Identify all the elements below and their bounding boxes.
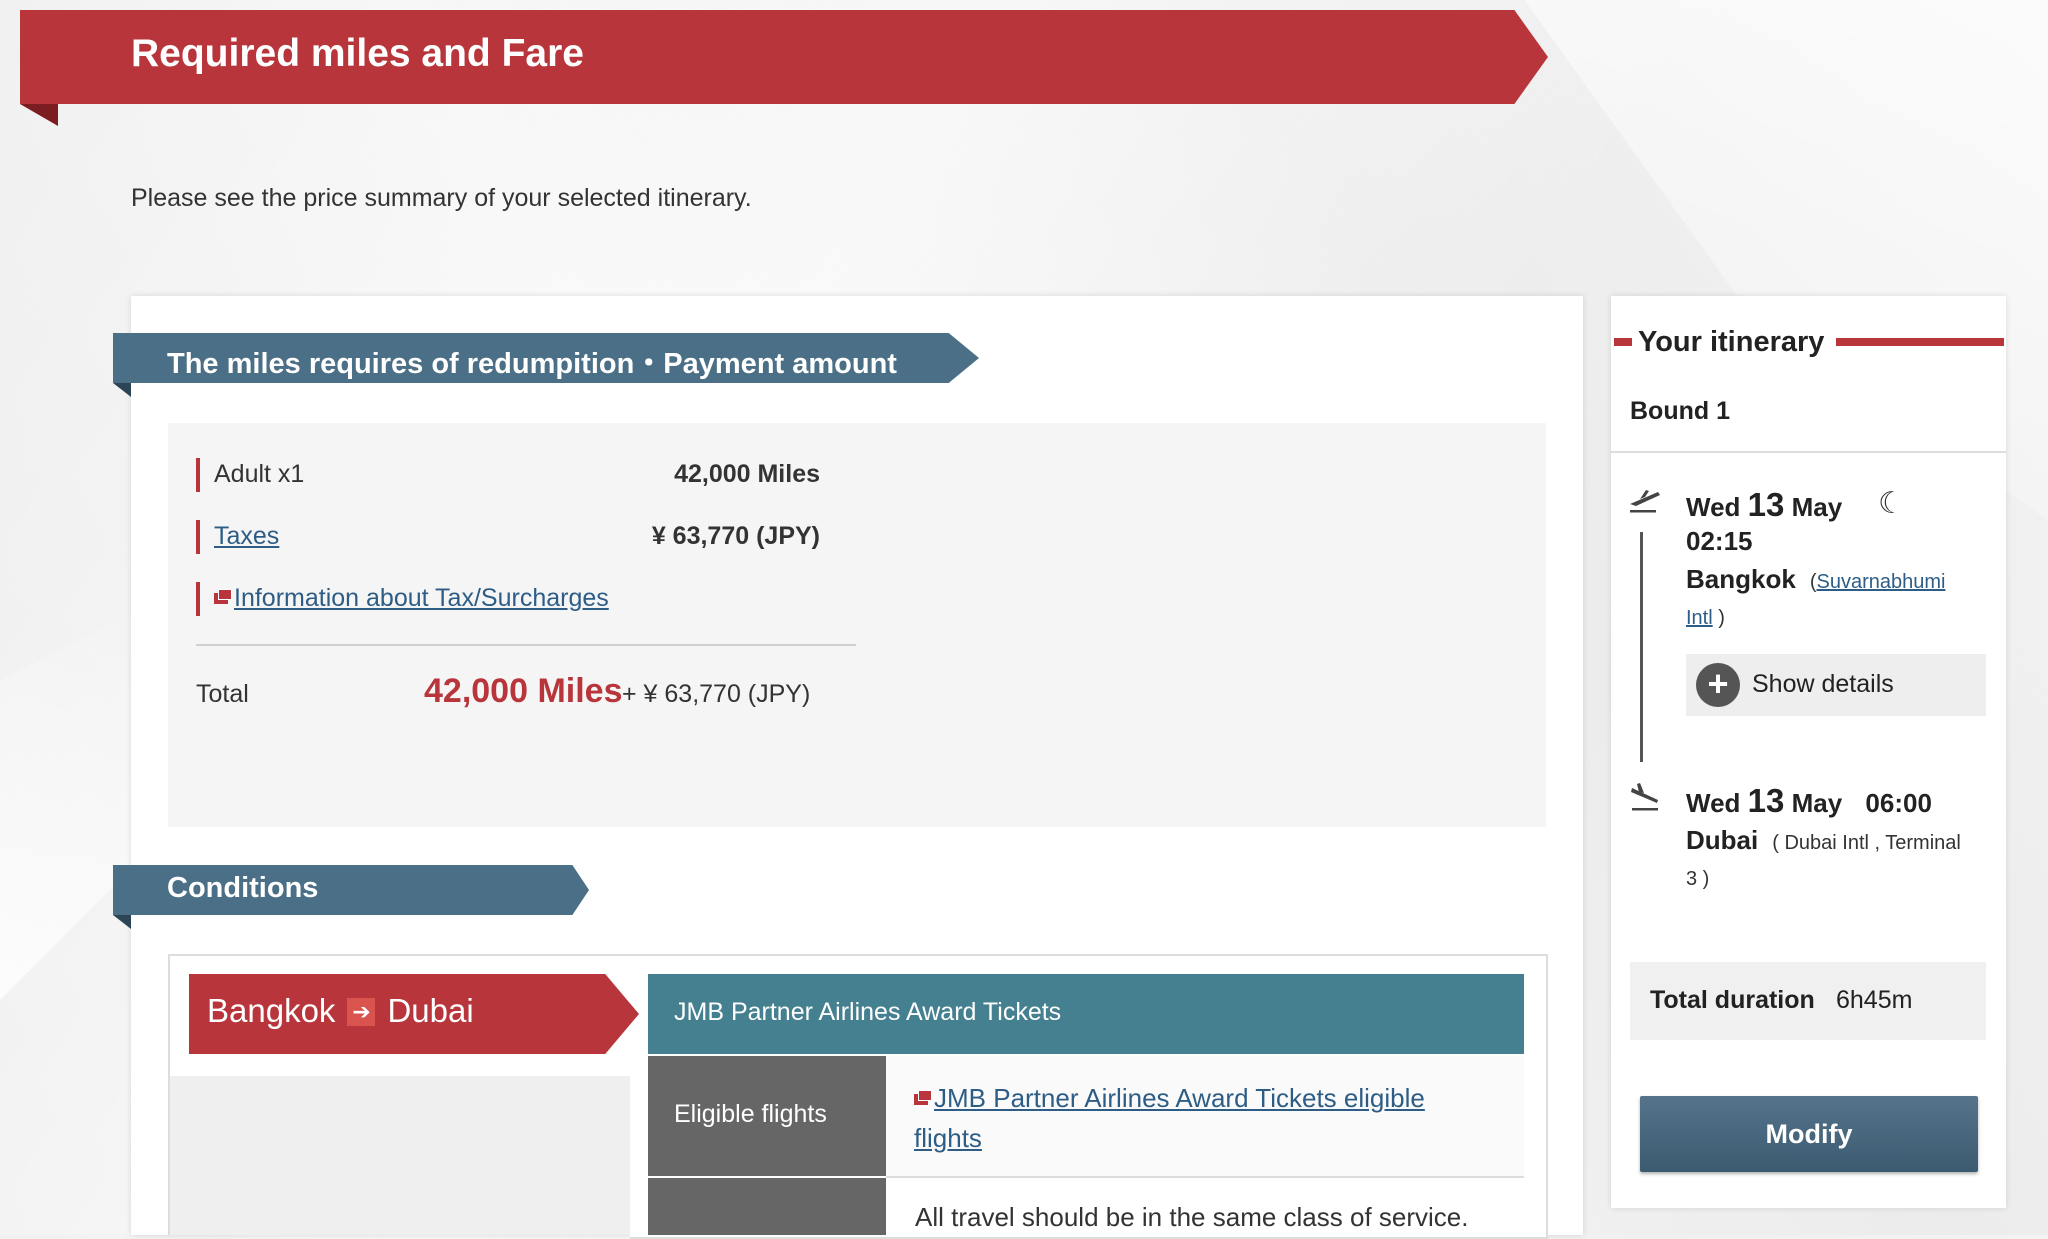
departure-date: Wed 13 May <box>1686 486 1842 524</box>
total-duration-value: 6h45m <box>1836 986 1913 1014</box>
fare-value: ¥ 63,770 (JPY) <box>651 522 820 550</box>
arrival-time: 06:00 <box>1865 788 1932 818</box>
total-yen: + ¥ 63,770 (JPY) <box>622 680 811 708</box>
itinerary-accent-bar <box>1836 338 2004 346</box>
arrow-right-icon: ➔ <box>347 998 376 1026</box>
modify-button[interactable]: Modify <box>1640 1096 1978 1172</box>
route-cell-bottom <box>168 1076 632 1235</box>
flight-timeline <box>1640 532 1643 762</box>
intro-text: Please see the price summary of your sel… <box>131 184 752 212</box>
conditions-title: Conditions <box>167 872 319 904</box>
eligible-flights-value-cell: JMB Partner Airlines Award Tickets eligi… <box>886 1056 1524 1178</box>
arrival-city: Dubai <box>1686 825 1759 855</box>
ribbon-fold <box>113 915 131 929</box>
arrival-airport-line2: 3 ) <box>1686 868 1710 890</box>
external-link-icon <box>214 589 232 604</box>
conditions-label-cell <box>648 1178 886 1235</box>
fare-summary-box <box>168 423 1546 827</box>
eligible-flights-label-cell: Eligible flights <box>648 1056 886 1176</box>
ribbon-fold <box>113 383 131 397</box>
arrival-date: Wed 13 May 06:00 <box>1686 782 1932 820</box>
departure-day: 13 <box>1747 486 1785 523</box>
show-details-button[interactable]: + Show details <box>1686 654 1986 716</box>
itinerary-accent-bar <box>1614 338 1632 346</box>
divider <box>196 644 856 646</box>
night-flight-icon: ☾ <box>1878 487 1905 520</box>
fare-label: Adult x1 <box>214 460 305 488</box>
landing-icon <box>1631 783 1658 811</box>
departure-weekday: Wed <box>1686 492 1741 522</box>
departure-airport-link[interactable]: Suvarnabhumi <box>1816 571 1945 593</box>
total-duration-label: Total duration <box>1650 986 1815 1014</box>
departure-airport-line2: Intl ) <box>1686 607 1725 629</box>
arrival-month: May <box>1791 788 1843 818</box>
fare-row-adult: Adult x1 42,000 Miles <box>196 458 820 492</box>
header-ribbon-fold <box>20 104 58 126</box>
divider <box>1611 451 2006 453</box>
departure-city-line: Bangkok (Suvarnabhumi <box>1686 564 1945 595</box>
departure-airport: (Suvarnabhumi <box>1809 571 1946 593</box>
bound-label: Bound 1 <box>1630 397 1730 425</box>
taxes-link[interactable]: Taxes <box>214 522 279 551</box>
page-title: Required miles and Fare <box>131 32 584 75</box>
eligible-flights-link-wrapper[interactable]: JMB Partner Airlines Award Tickets eligi… <box>914 1078 1494 1158</box>
route-origin: Bangkok <box>207 992 336 1029</box>
total-duration-box: Total duration 6h45m <box>1630 962 1986 1040</box>
award-type-title: JMB Partner Airlines Award Tickets <box>674 998 1062 1026</box>
arrival-day: 13 <box>1747 782 1785 819</box>
total-miles: 42,000 Miles <box>424 672 623 710</box>
fare-row-taxes: Taxes ¥ 63,770 (JPY) <box>196 520 820 554</box>
fare-row-tax-info: Information about Tax/Surcharges <box>196 582 609 616</box>
fare-value: 42,000 Miles <box>674 460 820 488</box>
departure-month: May <box>1791 492 1843 522</box>
eligible-flights-link[interactable]: JMB Partner Airlines Award Tickets eligi… <box>914 1083 1425 1153</box>
show-details-label: Show details <box>1752 670 1894 698</box>
plus-circle-icon: + <box>1696 663 1740 707</box>
tax-info-wrapper[interactable]: Information about Tax/Surcharges <box>214 584 609 613</box>
departure-time: 02:15 <box>1686 526 1753 556</box>
total-label: Total <box>196 680 249 708</box>
arrival-airport: ( Dubai Intl , Terminal <box>1772 832 1961 854</box>
award-type-header: JMB Partner Airlines Award Tickets <box>648 974 1524 1054</box>
itinerary-title: Your itinerary <box>1638 326 1825 358</box>
arrival-weekday: Wed <box>1686 788 1741 818</box>
route-destination: Dubai <box>387 992 474 1029</box>
external-link-icon <box>914 1090 932 1105</box>
itinerary-panel <box>1611 296 2006 1208</box>
travel-class-note: All travel should be in the same class o… <box>915 1202 1469 1232</box>
arrival-city-line: Dubai ( Dubai Intl , Terminal <box>1686 825 1961 856</box>
payment-section-title: The miles requires of redumpition・Paymen… <box>167 348 897 380</box>
departure-airport-link-cont[interactable]: Intl <box>1686 607 1713 629</box>
takeoff-icon <box>1630 490 1660 513</box>
tax-info-link[interactable]: Information about Tax/Surcharges <box>234 584 609 612</box>
route-label: Bangkok ➔ Dubai <box>207 992 474 1030</box>
departure-city: Bangkok <box>1686 564 1796 594</box>
eligible-flights-label: Eligible flights <box>674 1100 827 1128</box>
